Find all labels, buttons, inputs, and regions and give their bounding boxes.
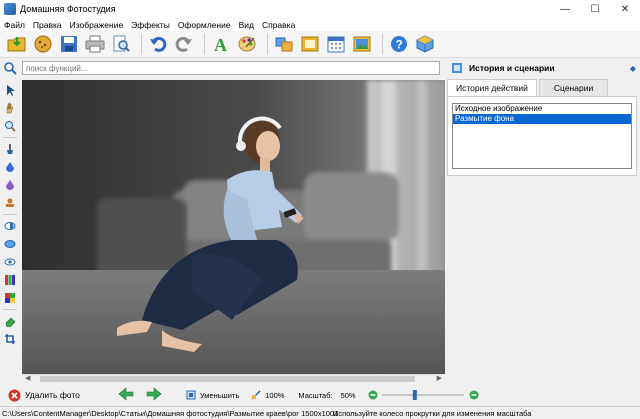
delete-photo-label: Удалить фото [25,390,80,400]
color-balance-icon[interactable] [2,290,18,306]
panel-pin-icon[interactable]: ◆ [630,64,636,73]
window-title: Домашняя Фотостудия [20,4,116,14]
eraser-icon[interactable] [2,313,18,329]
print-icon[interactable] [84,33,106,55]
title-bar: Домашняя Фотостудия — ☐ ✕ [0,0,640,18]
scroll-right-icon[interactable]: ▶ [437,374,442,382]
panel-title: История и сценарии [469,63,555,73]
search-icon [0,58,20,78]
scroll-thumb[interactable] [40,376,415,382]
collage-icon[interactable] [273,33,295,55]
tab-history[interactable]: История действий [447,79,537,96]
actual-size-icon [251,390,261,400]
history-list: Исходное изображение Размытие фона [452,103,632,169]
eye-icon[interactable] [2,254,18,270]
svg-text:?: ? [396,38,403,52]
menu-image[interactable]: Изображение [70,20,124,30]
drop-icon[interactable] [2,159,18,175]
hand-icon[interactable] [2,100,18,116]
app-icon [4,3,16,15]
calendar-icon[interactable] [325,33,347,55]
pointer-icon[interactable] [2,82,18,98]
history-icon [452,63,462,73]
left-tool-strip [0,80,20,382]
cookie-effects-icon[interactable] [32,33,54,55]
main-toolbar: A ? [0,31,640,58]
horizontal-scrollbar[interactable]: ◀ ▶ [22,374,445,382]
file-path: C:\Users\ContentManager\Desktop\Статьи\Д… [2,408,339,418]
actual-size-label: 100% [265,390,285,400]
zoom-slider-thumb[interactable] [412,390,417,400]
function-search [0,58,445,78]
contrast-icon[interactable] [2,218,18,234]
crop-icon[interactable] [2,331,18,347]
scale-value: 50% [340,390,356,400]
undo-icon[interactable] [147,33,169,55]
shrink-button[interactable]: Уменьшить [186,390,239,400]
history-item-blur[interactable]: Размытие фона [453,114,631,124]
scroll-left-icon[interactable]: ◀ [25,374,30,382]
redo-icon[interactable] [173,33,195,55]
help-icon[interactable]: ? [388,33,410,55]
search-input[interactable] [22,61,440,75]
menu-edit[interactable]: Правка [33,20,62,30]
shrink-icon [186,390,196,400]
shrink-label: Уменьшить [199,390,240,400]
photo-image [22,80,445,374]
menu-file[interactable]: Файл [4,20,25,30]
brightness-icon[interactable] [2,236,18,252]
actual-size-button[interactable]: 100% [251,390,284,400]
history-panel: История и сценарии ◆ История действий Сц… [447,58,640,384]
status-bar: C:\Users\ContentManager\Desktop\Статьи\Д… [0,406,640,419]
zoom-icon[interactable] [2,118,18,134]
photo-canvas[interactable] [22,80,445,374]
frame-icon[interactable] [299,33,321,55]
palette-icon[interactable] [236,33,258,55]
panel-body: Исходное изображение Размытие фона [447,96,637,176]
panel-header: История и сценарии ◆ [447,58,640,78]
brush-icon[interactable] [2,141,18,157]
minimize-button[interactable]: — [550,0,580,18]
delete-icon [8,389,21,401]
close-button[interactable]: ✕ [610,0,640,18]
save-icon[interactable] [58,33,80,55]
menu-design[interactable]: Оформление [178,20,231,30]
menu-view[interactable]: Вид [239,20,254,30]
stamp-icon[interactable] [2,195,18,211]
preview-icon[interactable] [110,33,132,55]
levels-icon[interactable] [2,272,18,288]
box-icon[interactable] [414,33,436,55]
menu-help[interactable]: Справка [262,20,295,30]
history-item-original[interactable]: Исходное изображение [453,104,631,114]
status-hint: Используйте колесо прокрутки для изменен… [333,408,532,418]
prev-photo-arrow-icon[interactable] [118,387,134,403]
next-photo-arrow-icon[interactable] [146,387,162,403]
scale-label: Масштаб: [298,390,333,400]
menu-bar: Файл Правка Изображение Эффекты Оформлен… [0,18,640,31]
menu-effects[interactable]: Эффекты [131,20,170,30]
open-folder-icon[interactable] [6,33,28,55]
zoom-slider[interactable] [368,389,480,401]
bottom-toolbar: Удалить фото Уменьшить 100% Масштаб: 50% [0,384,640,406]
blur-drop-icon[interactable] [2,177,18,193]
tab-scenarios[interactable]: Сценарии [538,79,609,96]
text-icon[interactable]: A [210,33,232,55]
delete-photo-button[interactable]: Удалить фото [8,389,80,402]
maximize-button[interactable]: ☐ [580,0,610,18]
svg-text:A: A [214,35,227,53]
postcard-icon[interactable] [351,33,373,55]
panel-tabs: История действий Сценарии [447,79,640,96]
